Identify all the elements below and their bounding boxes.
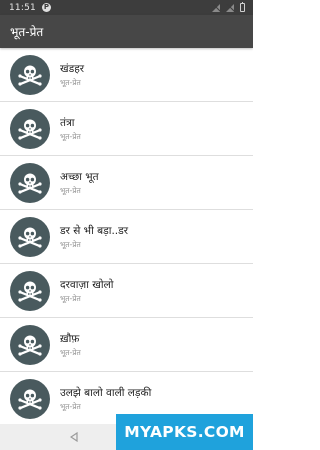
item-title: दरवाज़ा खोलो bbox=[60, 278, 114, 291]
watermark-banner: MYAPKS.COM bbox=[116, 414, 253, 450]
item-text: डर से भी बड़ा..डर भूत-प्रेत bbox=[60, 225, 128, 250]
item-subtitle: भूत-प्रेत bbox=[60, 185, 81, 195]
watermark-text: MYAPKS.COM bbox=[124, 423, 245, 441]
item-title: तंत्रा bbox=[60, 116, 75, 129]
avatar bbox=[10, 109, 50, 149]
item-title: उलझे बालो वाली लड़की bbox=[60, 386, 152, 399]
toolbar-title: भूत-प्रेत bbox=[10, 25, 44, 39]
avatar bbox=[10, 217, 50, 257]
avatar bbox=[10, 379, 50, 419]
skull-crossbones-icon bbox=[18, 226, 42, 248]
avatar bbox=[10, 55, 50, 95]
item-subtitle: भूत-प्रेत bbox=[60, 347, 81, 357]
skull-crossbones-icon bbox=[18, 334, 42, 356]
avatar bbox=[10, 325, 50, 365]
item-title: डर से भी बड़ा..डर bbox=[60, 224, 129, 237]
list-item[interactable]: तंत्रा भूत-प्रेत bbox=[0, 102, 253, 156]
status-bar: 11:51 P bbox=[0, 0, 253, 15]
p-badge-icon: P bbox=[41, 3, 51, 12]
list-item[interactable]: अच्छा भूत भूत-प्रेत bbox=[0, 156, 253, 210]
item-subtitle: भूत-प्रेत bbox=[60, 293, 81, 303]
item-text: खंडहर भूत-प्रेत bbox=[60, 63, 84, 88]
item-text: ख़ौफ़ भूत-प्रेत bbox=[60, 333, 81, 358]
skull-crossbones-icon bbox=[18, 118, 42, 140]
list-item[interactable]: खंडहर भूत-प्रेत bbox=[0, 48, 253, 102]
item-subtitle: भूत-प्रेत bbox=[60, 131, 81, 141]
skull-crossbones-icon bbox=[18, 280, 42, 302]
avatar bbox=[10, 271, 50, 311]
item-text: उलझे बालो वाली लड़की भूत-प्रेत bbox=[60, 387, 151, 412]
list-item[interactable]: दरवाज़ा खोलो भूत-प्रेत bbox=[0, 264, 253, 318]
item-subtitle: भूत-प्रेत bbox=[60, 401, 81, 411]
item-title: ख़ौफ़ bbox=[60, 332, 80, 345]
skull-crossbones-icon bbox=[18, 172, 42, 194]
list-item[interactable]: ख़ौफ़ भूत-प्रेत bbox=[0, 318, 253, 372]
no-signal-icon bbox=[212, 3, 220, 12]
status-icons bbox=[212, 2, 245, 12]
status-time: 11:51 bbox=[9, 2, 36, 13]
back-triangle-icon[interactable] bbox=[70, 432, 78, 442]
skull-crossbones-icon bbox=[18, 64, 42, 86]
no-signal-icon bbox=[226, 3, 234, 12]
skull-crossbones-icon bbox=[18, 388, 42, 410]
list-item[interactable]: डर से भी बड़ा..डर भूत-प्रेत bbox=[0, 210, 253, 264]
story-list[interactable]: खंडहर भूत-प्रेत तंत्रा भूत-प्रेत अच्छा भूत भू… bbox=[0, 48, 253, 426]
avatar bbox=[10, 163, 50, 203]
item-text: अच्छा भूत भूत-प्रेत bbox=[60, 171, 99, 196]
item-title: अच्छा भूत bbox=[60, 170, 99, 183]
app-toolbar: भूत-प्रेत bbox=[0, 15, 253, 48]
app-screen: 11:51 P भूत-प्रेत खंडहर भूत-प्रेत तंत्रा भू… bbox=[0, 0, 253, 450]
item-text: तंत्रा भूत-प्रेत bbox=[60, 117, 81, 142]
item-subtitle: भूत-प्रेत bbox=[60, 239, 81, 249]
item-subtitle: भूत-प्रेत bbox=[60, 77, 81, 87]
item-title: खंडहर bbox=[60, 62, 85, 75]
item-text: दरवाज़ा खोलो भूत-प्रेत bbox=[60, 279, 113, 304]
battery-icon bbox=[240, 2, 245, 12]
